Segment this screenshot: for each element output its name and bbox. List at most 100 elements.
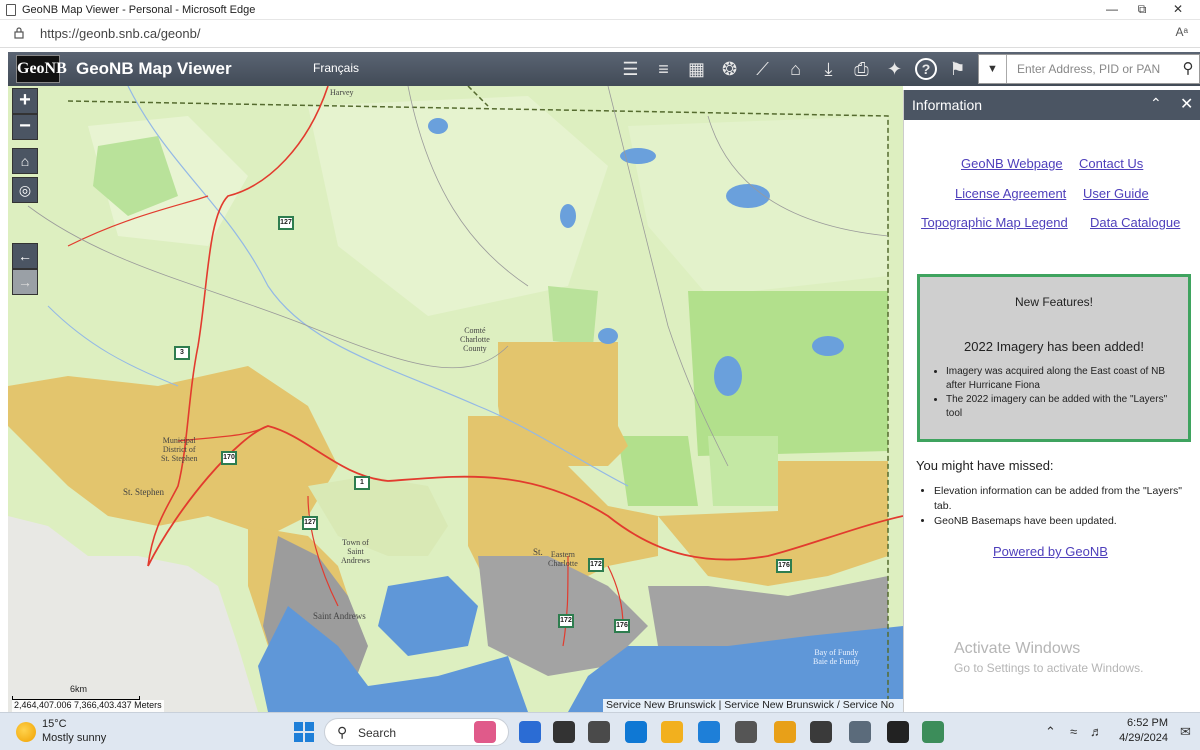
chevron-up-icon[interactable]: ⌃ — [1045, 724, 1056, 740]
url-field[interactable]: https://geonb.snb.ca/geonb/ — [40, 26, 200, 41]
scale-label: 6km — [70, 684, 88, 694]
route-shield: 127 — [302, 516, 318, 530]
themes-icon[interactable]: ❂ — [713, 54, 746, 84]
taskbar-app-icon[interactable] — [849, 721, 871, 743]
close-window-button[interactable]: ✕ — [1166, 2, 1190, 18]
information-header: Information ⌃ ✕ — [904, 90, 1200, 120]
lock-icon — [14, 27, 24, 39]
geonb-webpage-link[interactable]: GeoNB Webpage — [961, 156, 1063, 171]
search-input[interactable] — [1009, 57, 1179, 81]
taskbar-app-icon[interactable] — [887, 721, 909, 743]
weather-temperature: 15°C — [42, 718, 67, 730]
route-shield: 176 — [614, 619, 630, 633]
missed-heading: You might have missed: — [916, 458, 1054, 473]
route-shield: 172 — [588, 558, 604, 572]
previous-extent-button[interactable]: ← — [12, 243, 38, 269]
place-label: St. Stephen — [123, 487, 165, 497]
zoom-out-button[interactable]: − — [12, 114, 38, 140]
route-shield: 176 — [776, 559, 792, 573]
share-icon[interactable]: ✦ — [878, 54, 911, 84]
data-catalogue-link[interactable]: Data Catalogue — [1090, 215, 1180, 230]
taskbar-app-icon[interactable] — [625, 721, 647, 743]
page-icon — [6, 4, 16, 16]
information-panel: Information ⌃ ✕ GeoNB Webpage Contact Us… — [903, 90, 1200, 712]
map-drawing — [8, 86, 903, 712]
measure-icon[interactable]: ⟋ — [746, 54, 779, 84]
weather-icon[interactable] — [16, 722, 36, 742]
route-shield: 170 — [221, 451, 237, 465]
place-label: Comté Charlotte County — [460, 326, 490, 353]
windows-start-icon[interactable] — [293, 721, 315, 743]
taskbar-app-icon[interactable] — [735, 721, 757, 743]
taskbar-app-icon[interactable] — [588, 721, 610, 743]
map-attribution: Service New Brunswick | Service New Brun… — [603, 699, 903, 712]
route-shield: 3 — [174, 346, 190, 360]
list-item: Imagery was acquired along the East coas… — [946, 365, 1186, 393]
search-box: ▼ ⚲ — [978, 54, 1200, 84]
search-icon[interactable]: ⚲ — [1177, 55, 1199, 83]
place-label: Bay of Fundy Baie de Fundy — [813, 648, 860, 666]
download-icon[interactable]: ⤓ — [812, 54, 845, 84]
route-shield: 1 — [354, 476, 370, 490]
taskbar-app-icon[interactable] — [474, 721, 496, 743]
user-guide-link[interactable]: User Guide — [1083, 186, 1149, 201]
education-icon[interactable]: ⌂ — [779, 54, 812, 84]
search-type-dropdown[interactable]: ▼ — [979, 55, 1007, 83]
weather-description: Mostly sunny — [42, 732, 107, 744]
taskbar-app-icon[interactable] — [922, 721, 944, 743]
wifi-icon[interactable]: ≈ — [1070, 724, 1077, 739]
basemaps-icon[interactable]: ▦ — [680, 54, 713, 84]
taskbar-app-icon[interactable] — [698, 721, 720, 743]
zoom-in-button[interactable]: + — [12, 88, 38, 114]
help-icon[interactable]: ? — [911, 54, 941, 84]
language-link[interactable]: Français — [313, 61, 359, 75]
minimize-button[interactable]: — — [1100, 2, 1124, 18]
search-icon: ⚲ — [337, 724, 348, 740]
map-canvas[interactable]: Harvey Comté Charlotte County Municipal … — [8, 86, 903, 712]
taskbar-search-label: Search — [358, 726, 397, 740]
home-button[interactable]: ⌂ — [12, 148, 38, 174]
place-label: Harvey — [330, 88, 354, 97]
restore-button[interactable]: ⧉ — [1130, 2, 1154, 18]
license-agreement-link[interactable]: License Agreement — [955, 186, 1066, 201]
taskbar-app-icon[interactable] — [661, 721, 683, 743]
clock-date[interactable]: 4/29/2024 — [1108, 732, 1168, 744]
close-icon[interactable]: ✕ — [1180, 94, 1193, 114]
app-header: GeoNB GeoNB Map Viewer Français ☰ ≡ ▦ ❂ … — [8, 52, 1200, 86]
powered-by-link[interactable]: Powered by GeoNB — [993, 544, 1108, 559]
place-label: St. — [533, 547, 543, 557]
read-aloud-icon[interactable]: Aᵃ — [1176, 25, 1188, 39]
new-features-subheading: 2022 Imagery has been added! — [964, 339, 1144, 354]
list-item: Elevation information can be added from … — [934, 484, 1194, 514]
legend-icon[interactable]: ☰ — [614, 54, 647, 84]
place-label: Municipal District of St. Stephen — [161, 436, 198, 463]
locate-button[interactable]: ◎ — [12, 177, 38, 203]
taskbar-app-icon[interactable] — [553, 721, 575, 743]
taskbar-app-icon[interactable] — [774, 721, 796, 743]
contact-us-link[interactable]: Contact Us — [1079, 156, 1143, 171]
route-shield: 127 — [278, 216, 294, 230]
list-item: GeoNB Basemaps have been updated. — [934, 514, 1194, 529]
new-features-heading: New Features! — [1014, 295, 1094, 309]
activate-windows-title: Activate Windows — [954, 640, 1081, 657]
collapse-icon[interactable]: ⌃ — [1150, 95, 1162, 112]
coordinate-readout: 2,464,407.006 7,366,403.437 Meters — [12, 700, 164, 712]
missed-list: Elevation information can be added from … — [934, 484, 1194, 529]
app-title: GeoNB Map Viewer — [76, 59, 232, 78]
print-icon[interactable]: ⎙ — [845, 54, 878, 84]
taskbar-app-icon[interactable] — [810, 721, 832, 743]
screen: GeoNB Map Viewer - Personal - Microsoft … — [0, 0, 1200, 750]
clock-time[interactable]: 6:52 PM — [1118, 717, 1168, 729]
address-bar: https://geonb.snb.ca/geonb/ Aᵃ — [0, 20, 1200, 48]
next-extent-button[interactable]: → — [12, 269, 38, 295]
layers-icon[interactable]: ≡ — [647, 54, 680, 84]
topographic-map-legend-link[interactable]: Topographic Map Legend — [921, 215, 1068, 230]
toolbar: ☰ ≡ ▦ ❂ ⟋ ⌂ ⤓ ⎙ ✦ ? ⚑ — [614, 54, 974, 84]
info-icon[interactable]: ⚑ — [941, 54, 974, 84]
place-label: Saint Andrews — [313, 611, 366, 621]
help-glyph: ? — [915, 58, 937, 80]
place-label: Eastern Charlotte — [548, 550, 578, 568]
notification-icon[interactable]: ✉ — [1180, 724, 1191, 740]
volume-icon[interactable]: ♬ — [1090, 724, 1103, 739]
taskbar-app-icon[interactable] — [519, 721, 541, 743]
